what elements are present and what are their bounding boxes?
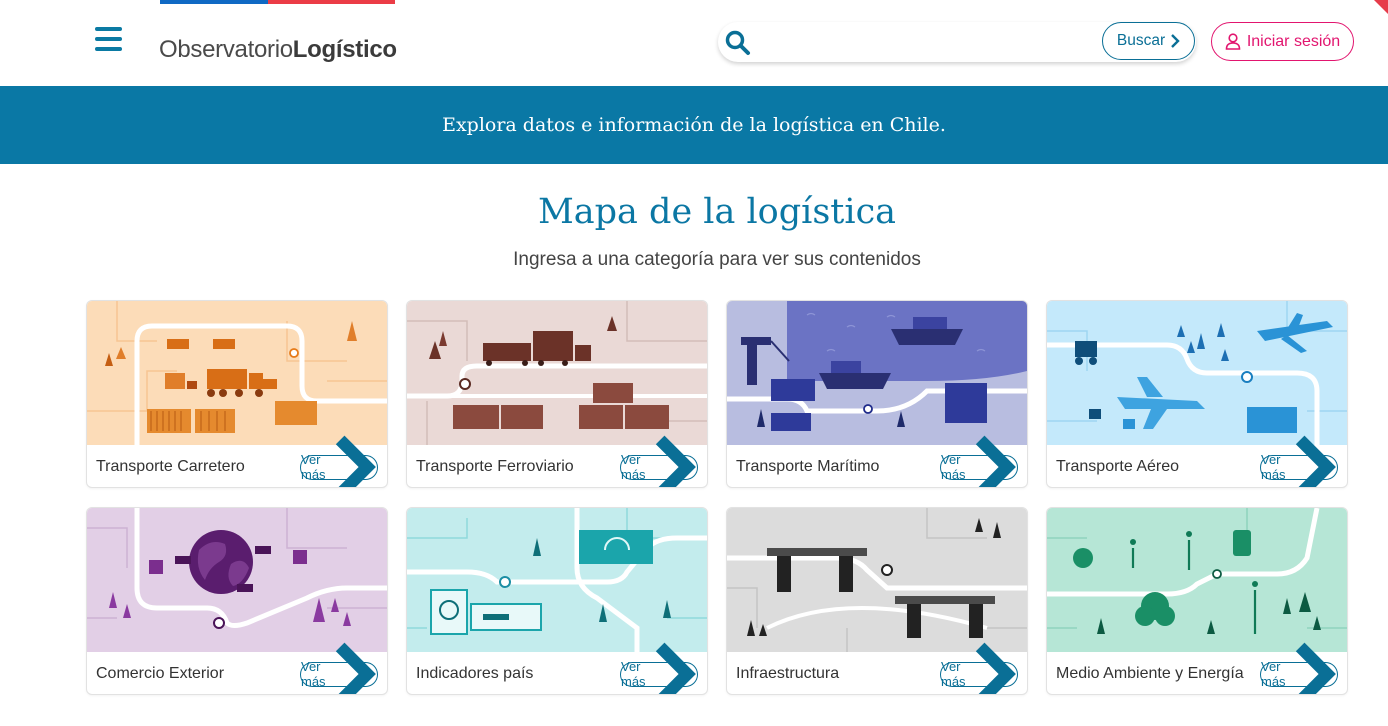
ver-mas-label: Ver más bbox=[1261, 452, 1286, 482]
category-grid: Transporte Carretero Ver más Transporte … bbox=[86, 300, 1348, 695]
ver-mas-button[interactable]: Ver más bbox=[300, 642, 378, 694]
card-label: Comercio Exterior bbox=[96, 665, 225, 682]
category-card-medio-ambiente-energia[interactable]: Medio Ambiente y Energía Ver más bbox=[1046, 507, 1348, 695]
card-footer: Transporte Ferroviario Ver más bbox=[407, 435, 707, 487]
search-button-label: Buscar bbox=[1116, 32, 1166, 49]
card-label: Medio Ambiente y Energía bbox=[1056, 665, 1244, 682]
ver-mas-label: Ver más bbox=[941, 659, 966, 689]
card-label: Transporte Ferroviario bbox=[416, 458, 574, 475]
chevron-right-icon bbox=[655, 435, 696, 487]
chevron-right-icon bbox=[1295, 642, 1336, 694]
ver-mas-label: Ver más bbox=[941, 452, 966, 482]
logo-bold-text: Logístico bbox=[292, 36, 397, 63]
search-icon bbox=[725, 30, 750, 55]
user-icon bbox=[1225, 33, 1241, 50]
card-footer: Transporte Carretero Ver más bbox=[87, 435, 387, 487]
banner-text: Explora datos e información de la logíst… bbox=[442, 114, 946, 136]
chevron-right-icon bbox=[1171, 34, 1180, 48]
ver-mas-label: Ver más bbox=[301, 659, 326, 689]
site-logo[interactable]: ObservatorioLogístico bbox=[159, 36, 397, 64]
category-card-transporte-ferroviario[interactable]: Transporte Ferroviario Ver más bbox=[406, 300, 708, 488]
site-header: ObservatorioLogístico Buscar Iniciar ses… bbox=[0, 0, 1388, 86]
card-label: Indicadores país bbox=[416, 665, 534, 682]
menu-icon[interactable] bbox=[95, 27, 123, 53]
card-label: Transporte Carretero bbox=[96, 458, 245, 475]
category-card-transporte-maritimo[interactable]: Transporte Marítimo Ver más bbox=[726, 300, 1028, 488]
ver-mas-label: Ver más bbox=[301, 452, 326, 482]
search-box: Buscar bbox=[718, 22, 1196, 62]
search-input[interactable] bbox=[758, 28, 1098, 56]
page-title: Mapa de la logística bbox=[537, 192, 897, 232]
chevron-right-icon bbox=[975, 435, 1016, 487]
category-card-indicadores-pais[interactable]: Indicadores país Ver más bbox=[406, 507, 708, 695]
logo-light-text: Observatorio bbox=[159, 36, 293, 63]
category-card-comercio-exterior[interactable]: Comercio Exterior Ver más bbox=[86, 507, 388, 695]
ver-mas-button[interactable]: Ver más bbox=[1260, 642, 1338, 694]
ver-mas-button[interactable]: Ver más bbox=[940, 435, 1018, 487]
page-subtitle: Ingresa a una categoría para ver sus con… bbox=[513, 249, 921, 270]
ver-mas-label: Ver más bbox=[621, 659, 646, 689]
card-footer: Comercio Exterior Ver más bbox=[87, 642, 387, 694]
login-button[interactable]: Iniciar sesión bbox=[1211, 22, 1354, 61]
ver-mas-label: Ver más bbox=[621, 452, 646, 482]
card-label: Infraestructura bbox=[736, 665, 840, 682]
card-label: Transporte Aéreo bbox=[1056, 458, 1180, 475]
card-footer: Transporte Aéreo Ver más bbox=[1047, 435, 1347, 487]
card-footer: Indicadores país Ver más bbox=[407, 642, 707, 694]
ver-mas-button[interactable]: Ver más bbox=[940, 642, 1018, 694]
chevron-right-icon bbox=[975, 642, 1016, 694]
chevron-right-icon bbox=[335, 435, 376, 487]
chevron-right-icon bbox=[1295, 435, 1336, 487]
card-footer: Transporte Marítimo Ver más bbox=[727, 435, 1027, 487]
category-card-transporte-aereo[interactable]: Transporte Aéreo Ver más bbox=[1046, 300, 1348, 488]
login-button-label: Iniciar sesión bbox=[1246, 32, 1341, 50]
card-label: Transporte Marítimo bbox=[736, 458, 880, 475]
info-banner: Explora datos e información de la logíst… bbox=[0, 86, 1388, 164]
card-footer: Medio Ambiente y Energía Ver más bbox=[1047, 642, 1347, 694]
ver-mas-button[interactable]: Ver más bbox=[620, 435, 698, 487]
ver-mas-button[interactable]: Ver más bbox=[300, 435, 378, 487]
chevron-right-icon bbox=[655, 642, 696, 694]
ver-mas-label: Ver más bbox=[1261, 659, 1286, 689]
ver-mas-button[interactable]: Ver más bbox=[620, 642, 698, 694]
category-card-transporte-carretero[interactable]: Transporte Carretero Ver más bbox=[86, 300, 388, 488]
search-button[interactable]: Buscar bbox=[1102, 22, 1195, 60]
card-footer: Infraestructura Ver más bbox=[727, 642, 1027, 694]
chevron-right-icon bbox=[335, 642, 376, 694]
category-card-infraestructura[interactable]: Infraestructura Ver más bbox=[726, 507, 1028, 695]
ver-mas-button[interactable]: Ver más bbox=[1260, 435, 1338, 487]
